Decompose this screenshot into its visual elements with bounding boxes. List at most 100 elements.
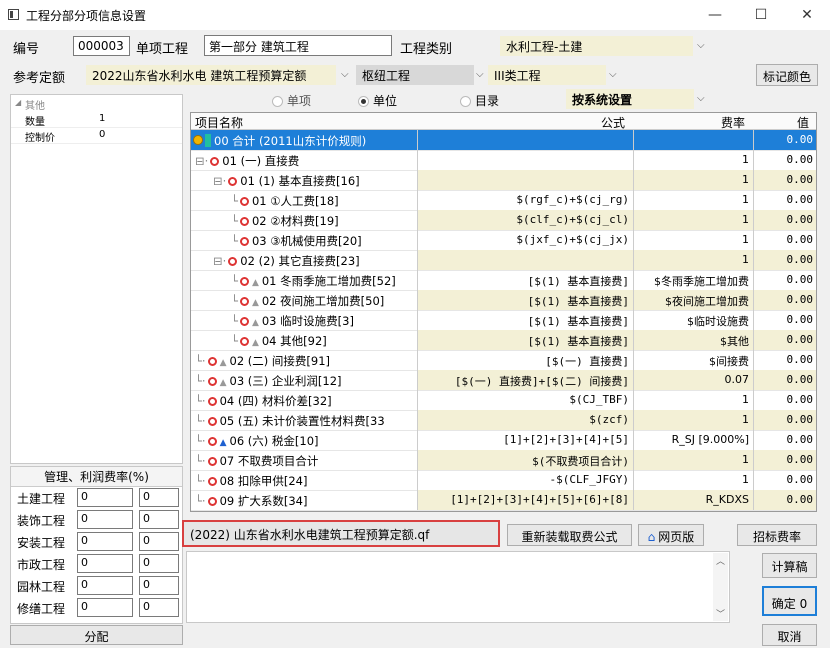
row-rate[interactable]: R_KDXS bbox=[633, 490, 753, 510]
fee-input[interactable]: 0 bbox=[139, 554, 179, 573]
tree-toggle-icon[interactable]: ⊟· bbox=[213, 174, 226, 188]
row-formula[interactable]: [$(1) 基本直接费] bbox=[417, 290, 633, 310]
property-group[interactable]: ◢ 其他 bbox=[11, 95, 182, 112]
mark-color-button[interactable]: 标记颜色 bbox=[756, 64, 818, 86]
header-value[interactable]: 值 bbox=[797, 114, 809, 131]
table-row[interactable]: └ ▲ 02 夜间施工增加费[50] [$(1) 基本直接费] $夜间施工增加费 0… bbox=[191, 290, 816, 311]
notes-textarea[interactable] bbox=[186, 551, 730, 623]
class-select[interactable]: III类工程 bbox=[488, 65, 606, 85]
fee-input[interactable]: 0 bbox=[139, 598, 179, 617]
row-formula[interactable]: $(zcf) bbox=[417, 410, 633, 430]
header-name[interactable]: 项目名称 bbox=[195, 114, 243, 131]
row-formula[interactable] bbox=[417, 250, 633, 270]
ok-button[interactable]: 确定 0 bbox=[762, 586, 817, 616]
table-row[interactable]: └ 03 ③机械使用费[20] $(jxf_c)+$(cj_jx) 1 0.00 bbox=[191, 230, 816, 251]
fee-input[interactable]: 0 bbox=[139, 488, 179, 507]
fee-input[interactable]: 0 bbox=[77, 598, 133, 617]
setting-select[interactable]: 按系统设置 bbox=[566, 89, 694, 109]
fee-input[interactable]: 0 bbox=[77, 532, 133, 551]
fee-input[interactable]: 0 bbox=[139, 532, 179, 551]
table-row[interactable]: └· 07 不取费项目合计 $(不取费项目合计) 1 0.00 bbox=[191, 450, 816, 471]
scroll-up-icon[interactable]: ︿ bbox=[716, 554, 725, 567]
row-formula[interactable]: [$(1) 基本直接费] bbox=[417, 310, 633, 330]
table-row[interactable]: └ ▲ 04 其他[92] [$(1) 基本直接费] $其他 0.00 bbox=[191, 330, 816, 351]
table-row[interactable]: └ 02 ②材料费[19] $(clf_c)+$(cj_cl) 1 0.00 bbox=[191, 210, 816, 231]
row-rate[interactable] bbox=[633, 130, 753, 150]
fee-input[interactable]: 0 bbox=[139, 510, 179, 529]
row-rate[interactable]: 1 bbox=[633, 210, 753, 230]
row-rate[interactable]: 1 bbox=[633, 450, 753, 470]
fee-input[interactable]: 0 bbox=[139, 576, 179, 595]
fee-input[interactable]: 0 bbox=[77, 488, 133, 507]
table-row[interactable]: └· ▲ 02 (二) 间接费[91] [$(一) 直接费] $间接费 0.00 bbox=[191, 350, 816, 371]
bid-rate-button[interactable]: 招标费率 bbox=[737, 524, 817, 546]
table-row[interactable]: ⊟· 02 (2) 其它直接费[23] 1 0.00 bbox=[191, 250, 816, 271]
row-formula[interactable]: $(clf_c)+$(cj_cl) bbox=[417, 210, 633, 230]
row-formula[interactable]: $(不取费项目合计) bbox=[417, 450, 633, 470]
row-rate[interactable]: 1 bbox=[633, 470, 753, 490]
fee-input[interactable]: 0 bbox=[77, 510, 133, 529]
category-select[interactable]: 水利工程-土建 bbox=[500, 36, 693, 56]
row-formula[interactable]: $(CJ_TBF) bbox=[417, 390, 633, 410]
header-formula[interactable]: 公式 bbox=[601, 114, 625, 131]
row-formula[interactable] bbox=[417, 170, 633, 190]
table-row[interactable]: └· 08 扣除甲供[24] -$(CLF_JFGY) 1 0.00 bbox=[191, 470, 816, 491]
table-row[interactable]: └ ▲ 03 临时设施费[3] [$(1) 基本直接费] $临时设施费 0.00 bbox=[191, 310, 816, 331]
table-row[interactable]: 00 合计 (2011山东计价规则) 0.00 bbox=[191, 130, 816, 151]
close-button[interactable]: ✕ bbox=[784, 0, 830, 30]
table-row[interactable]: └ 01 ①人工费[18] $(rgf_c)+$(cj_rg) 1 0.00 bbox=[191, 190, 816, 211]
chevron-down-icon[interactable]: ⌵ bbox=[697, 93, 705, 104]
row-formula[interactable] bbox=[417, 150, 633, 170]
row-formula[interactable] bbox=[417, 130, 633, 150]
table-row[interactable]: └· 04 (四) 材料价差[32] $(CJ_TBF) 1 0.00 bbox=[191, 390, 816, 411]
row-rate[interactable]: 1 bbox=[633, 150, 753, 170]
project-select[interactable]: 枢纽工程 bbox=[356, 65, 474, 85]
cancel-button[interactable]: 取消 bbox=[762, 624, 817, 646]
row-rate[interactable]: R_SJ [9.000%] bbox=[633, 430, 753, 450]
fee-input[interactable]: 0 bbox=[77, 554, 133, 573]
row-formula[interactable]: [$(一) 直接费]+[$(二) 间接费] bbox=[417, 370, 633, 390]
row-rate[interactable]: 0.07 bbox=[633, 370, 753, 390]
table-row[interactable]: └ ▲ 01 冬雨季施工增加费[52] [$(1) 基本直接费] $冬雨季施工增加费… bbox=[191, 270, 816, 291]
table-row[interactable]: └· 09 扩大系数[34] [1]+[2]+[3]+[4]+[5]+[6]+[8… bbox=[191, 490, 816, 511]
row-formula[interactable]: [$(1) 基本直接费] bbox=[417, 270, 633, 290]
chevron-down-icon[interactable]: ⌵ bbox=[609, 69, 617, 80]
table-row[interactable]: └· 05 (五) 未计价装置性材料费[33 $(zcf) 1 0.00 bbox=[191, 410, 816, 431]
row-rate[interactable]: 1 bbox=[633, 190, 753, 210]
fee-input[interactable]: 0 bbox=[77, 576, 133, 595]
row-formula[interactable]: -$(CLF_JFGY) bbox=[417, 470, 633, 490]
maximize-button[interactable]: ☐ bbox=[738, 0, 784, 30]
minimize-button[interactable]: — bbox=[692, 0, 738, 30]
distribute-button[interactable]: 分配 bbox=[10, 625, 183, 645]
collapse-icon[interactable]: ◢ bbox=[15, 98, 21, 107]
row-rate[interactable]: $临时设施费 bbox=[633, 310, 753, 330]
scroll-down-icon[interactable]: ﹀ bbox=[716, 607, 725, 620]
chevron-down-icon[interactable]: ⌵ bbox=[341, 69, 349, 80]
row-rate[interactable]: $夜间施工增加费 bbox=[633, 290, 753, 310]
tree-toggle-icon[interactable]: ⊟· bbox=[213, 254, 226, 268]
notes-scrollbar[interactable]: ︿ ﹀ bbox=[713, 553, 728, 621]
calc-sheet-button[interactable]: 计算稿 bbox=[762, 553, 817, 578]
tree-toggle-icon[interactable]: ⊟· bbox=[195, 154, 208, 168]
reload-formula-button[interactable]: 重新装载取费公式 bbox=[507, 524, 632, 546]
row-rate[interactable]: 1 bbox=[633, 250, 753, 270]
row-rate[interactable]: $间接费 bbox=[633, 350, 753, 370]
row-rate[interactable]: 1 bbox=[633, 390, 753, 410]
table-row[interactable]: └· ▲ 06 (六) 税金[10] [1]+[2]+[3]+[4]+[5] R_S… bbox=[191, 430, 816, 451]
code-field[interactable]: 000003 bbox=[73, 36, 130, 56]
row-formula[interactable]: [$(一) 直接费] bbox=[417, 350, 633, 370]
radio-single[interactable]: 单项 bbox=[272, 92, 311, 109]
item-field[interactable]: 第一部分 建筑工程 bbox=[204, 35, 392, 56]
property-row[interactable]: 控制价 0 bbox=[11, 127, 182, 144]
table-row[interactable]: ⊟· 01 (一) 直接费 1 0.00 bbox=[191, 150, 816, 171]
row-rate[interactable]: 1 bbox=[633, 230, 753, 250]
chevron-down-icon[interactable]: ⌵ bbox=[476, 69, 484, 80]
table-row[interactable]: ⊟· 01 (1) 基本直接费[16] 1 0.00 bbox=[191, 170, 816, 191]
row-rate[interactable]: $冬雨季施工增加费 bbox=[633, 270, 753, 290]
row-formula[interactable]: [1]+[2]+[3]+[4]+[5] bbox=[417, 430, 633, 450]
web-version-button[interactable]: ⌂ 网页版 bbox=[638, 524, 704, 546]
header-rate[interactable]: 费率 bbox=[721, 114, 745, 131]
row-rate[interactable]: $其他 bbox=[633, 330, 753, 350]
row-formula[interactable]: [$(1) 基本直接费] bbox=[417, 330, 633, 350]
row-rate[interactable]: 1 bbox=[633, 410, 753, 430]
